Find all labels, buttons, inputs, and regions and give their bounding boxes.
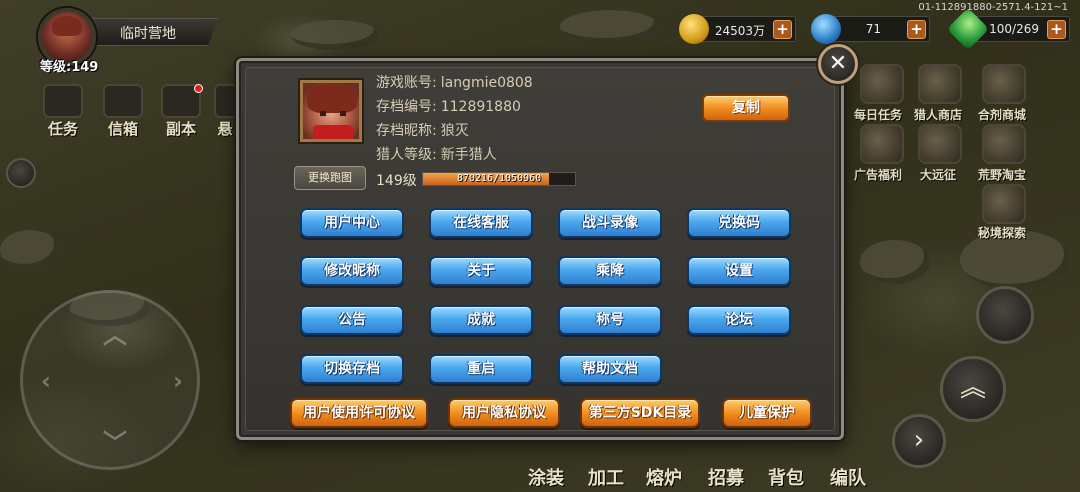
nickname-value: 狼灭	[440, 123, 469, 139]
bottom-menu-craft[interactable]: 加工	[588, 464, 624, 490]
potion-mall-icon[interactable]	[982, 64, 1026, 104]
help-docs-button[interactable]: 帮助文档	[558, 354, 662, 384]
title-button[interactable]: 称号	[558, 305, 662, 335]
hunter-rank-row: 猎人等级: 新手猎人	[376, 144, 497, 164]
secret-realm-icon[interactable]	[982, 184, 1026, 224]
daily-quest-icon[interactable]	[860, 64, 904, 104]
save-id-value: 112891880	[440, 99, 521, 115]
mount-button[interactable]: 乘降	[558, 256, 662, 286]
nickname-row: 存档昵称: 狼灭	[376, 120, 469, 140]
achievement-button[interactable]: 成就	[429, 305, 533, 335]
third-party-sdk-button[interactable]: 第三方SDK目录	[580, 398, 700, 428]
online-support-button[interactable]: 在线客服	[429, 208, 533, 238]
bottom-menu-paint[interactable]: 涂装	[528, 464, 564, 490]
build-id: 01-112891880-2571.4-121~1	[918, 2, 1068, 13]
user-center-button[interactable]: 用户中心	[300, 208, 404, 238]
gem-icon	[811, 14, 841, 44]
bounty-icon	[214, 84, 236, 118]
gem-value: 71	[865, 22, 881, 36]
portrait-scarf	[313, 125, 353, 139]
side-label-mall: 合剂商城	[978, 108, 1027, 122]
about-button[interactable]: 关于	[429, 256, 533, 286]
exp-progress-bar: 870216/1050960	[422, 172, 576, 186]
change-sprite-button[interactable]: 更换跑图	[294, 166, 366, 190]
menu-mail-label: 信箱	[107, 120, 138, 138]
portrait-hair	[307, 83, 357, 113]
bottom-menu-furnace[interactable]: 熔炉	[646, 464, 682, 490]
hunter-rank-label: 猎人等级:	[376, 147, 437, 163]
add-stamina-button[interactable]: +	[1047, 20, 1066, 39]
next-arrow-button[interactable]: ›	[892, 414, 946, 468]
add-gold-button[interactable]: +	[773, 20, 792, 39]
bottom-menu-team[interactable]: 编队	[830, 464, 866, 490]
notification-dot	[194, 84, 203, 93]
account-value: langmie0808	[440, 75, 533, 91]
settings-button[interactable]: 设置	[687, 256, 791, 286]
gold-value: 24503万	[714, 24, 765, 38]
hunter-shop-icon[interactable]	[918, 64, 962, 104]
menu-mail[interactable]: 信箱	[100, 84, 146, 138]
redeem-code-button[interactable]: 兑换码	[687, 208, 791, 238]
exp-progress-text: 870216/1050960	[456, 173, 542, 184]
account-settings-dialog: 更换跑图 游戏账号: langmie0808 存档编号: 112891880 存档昵…	[236, 58, 844, 440]
menu-bounty[interactable]: 悬	[214, 84, 236, 138]
battle-replay-button[interactable]: 战斗录像	[558, 208, 662, 238]
gem-counter: 71 +	[811, 14, 930, 44]
mailbox-icon	[103, 84, 143, 118]
hunter-level: 149级	[376, 173, 417, 189]
switch-save-button[interactable]: 切换存档	[300, 354, 404, 384]
gold-coin-icon	[679, 14, 709, 44]
child-protection-button[interactable]: 儿童保护	[722, 398, 812, 428]
stamina-value: 100/269	[989, 22, 1039, 36]
account-label: 游戏账号:	[376, 75, 437, 91]
add-gem-button[interactable]: +	[907, 20, 926, 39]
ad-reward-icon[interactable]	[860, 124, 904, 164]
menu-quest[interactable]: 任务	[40, 84, 86, 138]
jump-button[interactable]: ︽	[940, 356, 1006, 422]
joystick-down-icon: ﹀	[103, 429, 127, 457]
stamina-counter: 100/269 +	[946, 7, 1070, 51]
virtual-joystick[interactable]: ︿ ‹ › ﹀	[20, 290, 200, 470]
privacy-policy-button[interactable]: 用户隐私协议	[448, 398, 560, 428]
account-row: 游戏账号: langmie0808	[376, 72, 533, 92]
menu-bounty-label: 悬	[217, 120, 233, 138]
expedition-icon[interactable]	[918, 124, 962, 164]
player-level: 等级:149	[40, 60, 99, 75]
gold-counter: 24503万 +	[679, 14, 796, 44]
dialog-body: 更换跑图 游戏账号: langmie0808 存档编号: 112891880 存档昵…	[245, 67, 835, 431]
copy-button[interactable]: 复制	[702, 94, 790, 122]
joystick-left-icon: ‹	[41, 367, 51, 395]
menu-quest-label: 任务	[47, 120, 78, 138]
side-label-realm: 秘境探索	[978, 226, 1027, 240]
close-dialog-button[interactable]: ✕	[818, 44, 858, 84]
hunter-rank-value: 新手猎人	[440, 147, 497, 163]
announcement-button[interactable]: 公告	[300, 305, 404, 335]
save-id-label: 存档编号:	[376, 99, 437, 115]
joystick-right-icon: ›	[173, 367, 183, 395]
side-label-treasure: 荒野淘宝	[978, 168, 1027, 182]
side-label-shop: 猎人商店	[914, 108, 963, 122]
bottom-menu-recruit[interactable]: 招募	[708, 464, 744, 490]
menu-dungeon-label: 副本	[165, 120, 196, 138]
skill-button[interactable]	[976, 286, 1034, 344]
location-name: 临时营地	[120, 26, 176, 42]
restart-button[interactable]: 重启	[429, 354, 533, 384]
portrait-eyes	[320, 111, 346, 116]
settings-gear-icon[interactable]	[6, 158, 36, 188]
save-id-row: 存档编号: 112891880	[376, 96, 521, 116]
side-label-ad: 广告福利	[854, 168, 903, 182]
rename-button[interactable]: 修改昵称	[300, 256, 404, 286]
wild-treasure-icon[interactable]	[982, 124, 1026, 164]
forum-button[interactable]: 论坛	[687, 305, 791, 335]
scroll-icon	[43, 84, 83, 118]
joystick-up-icon: ︿	[103, 321, 127, 349]
side-label-daily: 每日任务	[854, 108, 903, 122]
side-label-expedition: 大远征	[920, 168, 957, 182]
license-agreement-button[interactable]: 用户使用许可协议	[290, 398, 428, 428]
hunter-portrait[interactable]	[300, 80, 362, 142]
bottom-menu-bag[interactable]: 背包	[768, 464, 804, 490]
nickname-label: 存档昵称:	[376, 123, 437, 139]
